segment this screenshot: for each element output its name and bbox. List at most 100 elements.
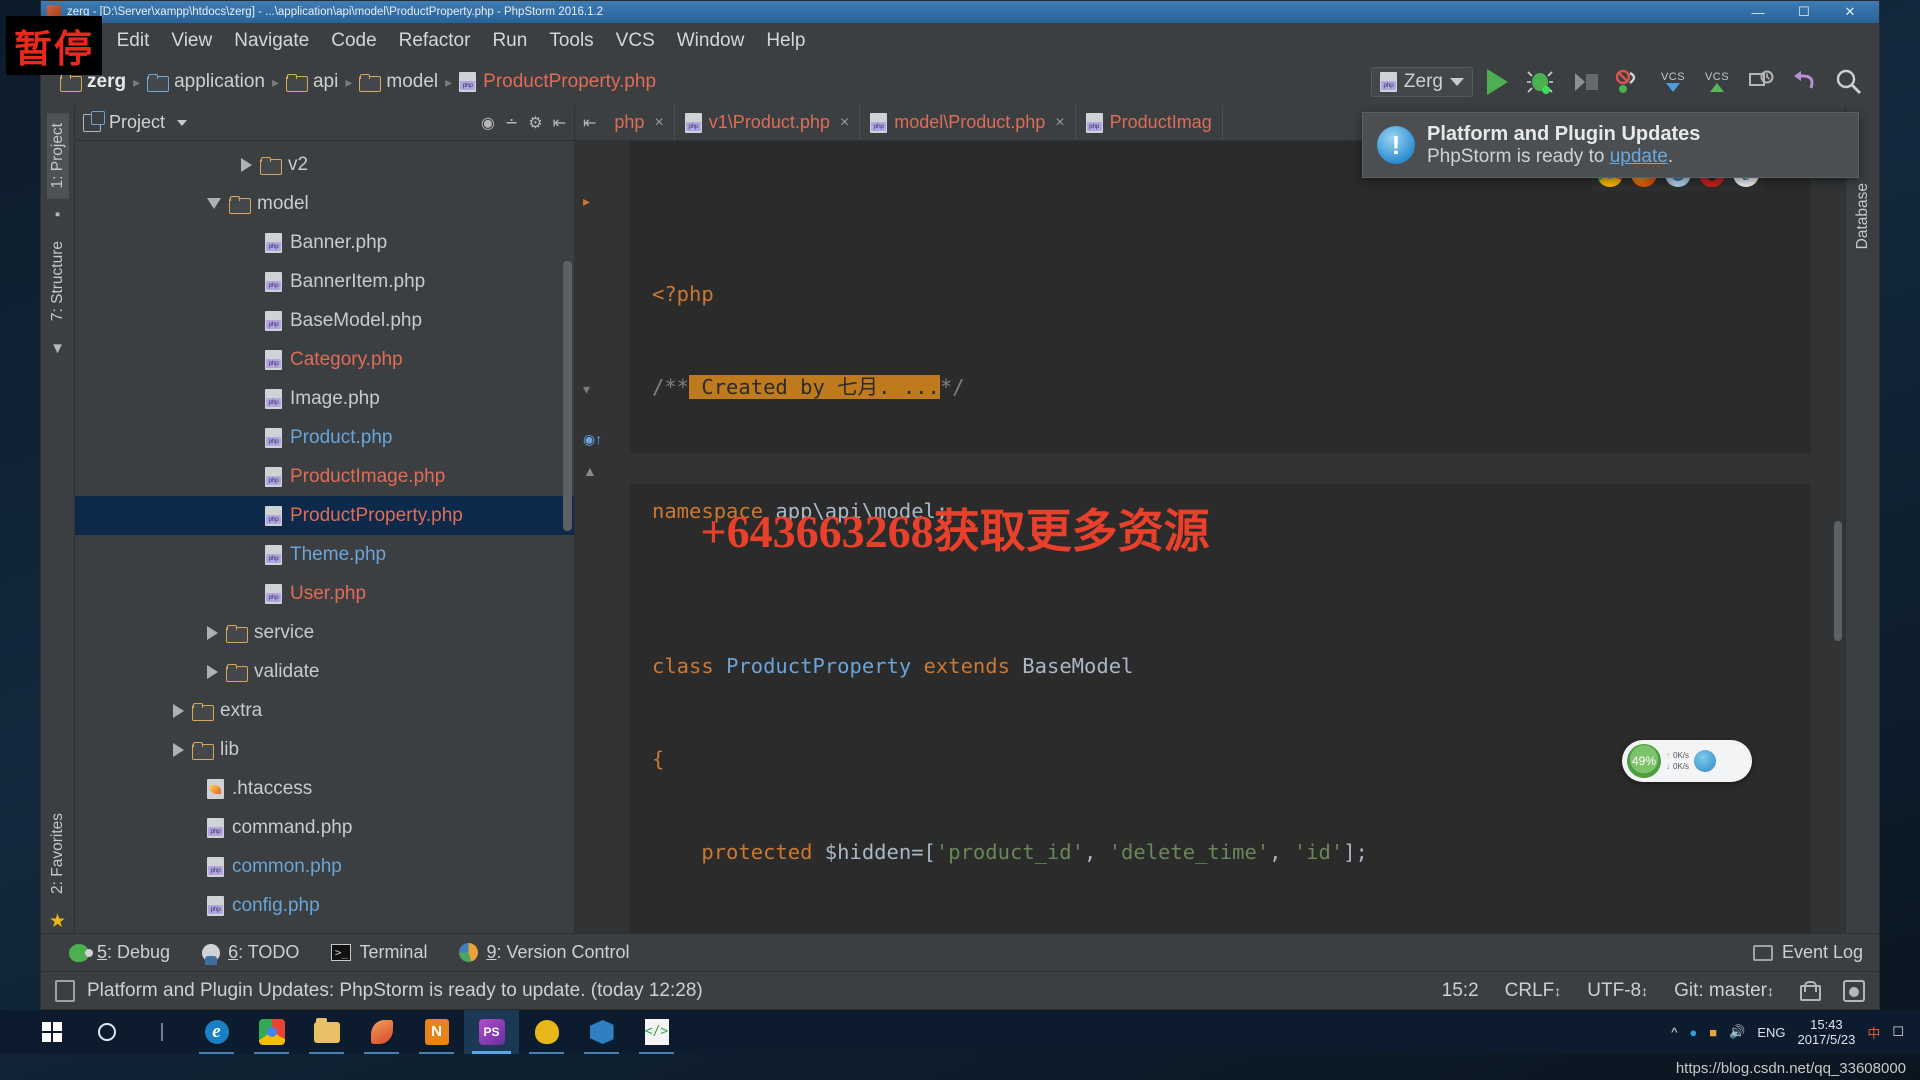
task-view-button[interactable] [134,1010,189,1054]
notification-balloon[interactable]: Platform and Plugin Updates PhpStorm is … [1362,112,1859,178]
tree-item-extra[interactable]: extra [75,691,574,730]
breadcrumb-productproperty-php[interactable]: ProductProperty.php [452,71,663,93]
tree-item-basemodel-php[interactable]: BaseModel.php [75,301,574,340]
project-tree-scrollbar[interactable] [563,261,572,531]
close-tab-icon[interactable]: × [1055,114,1064,132]
hide-icon[interactable]: ⇤ [553,113,566,133]
tree-item-lib[interactable]: lib [75,730,574,769]
line-separator-indicator[interactable]: CRLF↕ [1505,980,1562,1002]
editor-tab-3[interactable]: ProductImag [1076,105,1223,140]
tabs-scroll-left-icon[interactable]: ⇤ [575,105,604,140]
editor-scrollbar[interactable] [1834,521,1842,641]
menu-run[interactable]: Run [481,27,538,55]
taskbar-explorer[interactable] [299,1010,354,1054]
editor-gutter[interactable]: ▸ ▾ ◉↑ ▲ [575,141,630,933]
menu-refactor[interactable]: Refactor [388,27,482,55]
override-marker-icon[interactable]: ◉↑ [583,431,602,448]
sidebar-tab-database[interactable]: Database [1852,173,1874,259]
tree-item-htaccess[interactable]: .htaccess [75,769,574,808]
sidebar-tab-favorites[interactable]: 2: Favorites [47,803,69,904]
editor-tab-1[interactable]: v1\Product.php × [675,105,861,140]
tree-item-common-php[interactable]: common.php [75,847,574,886]
caret-position[interactable]: 15:2 [1442,980,1479,1002]
vcs-history-button[interactable] [1741,64,1781,100]
tree-item-product-php[interactable]: Product.php [75,418,574,457]
tool-button-event-log[interactable]: Event Log [1752,942,1879,963]
minimize-button[interactable]: — [1735,1,1781,23]
taskbar-leaf-app[interactable] [354,1010,409,1054]
revert-button[interactable] [1785,64,1825,100]
tray-network-icon[interactable]: ■ [1709,1025,1717,1040]
debug-button[interactable] [1521,64,1561,100]
vcs-update-button[interactable]: VCS [1653,64,1693,100]
tool-button-terminal[interactable]: >_ Terminal [315,942,443,963]
tree-item-category-php[interactable]: Category.php [75,340,574,379]
tray-volume-icon[interactable]: 🔊 [1729,1024,1745,1040]
tray-ime-icon[interactable]: 中 [1867,1023,1880,1042]
vcs-commit-button[interactable]: VCS [1697,64,1737,100]
run-configuration-selector[interactable]: Zerg [1370,67,1473,97]
search-everywhere-button[interactable] [1829,64,1869,100]
tool-button-version-control[interactable]: 9: Version Control [443,942,645,963]
tray-language-indicator[interactable]: ENG [1757,1025,1785,1040]
status-message-area[interactable]: Platform and Plugin Updates: PhpStorm is… [55,979,703,1002]
breadcrumb-api[interactable]: api [279,71,345,93]
run-with-coverage-button[interactable] [1565,64,1605,100]
menu-edit[interactable]: Edit [106,27,161,55]
tree-item-config-php[interactable]: config.php [75,886,574,925]
taskbar-chrome[interactable] [244,1010,299,1054]
tree-item-productproperty-php[interactable]: ProductProperty.php [75,496,574,535]
menu-tools[interactable]: Tools [538,27,604,55]
taskbar-edge[interactable]: e [189,1010,244,1054]
globe-icon[interactable] [1694,750,1717,772]
start-button[interactable] [24,1010,79,1054]
run-button[interactable] [1477,64,1517,100]
tray-notification-icon[interactable]: ☐ [1892,1024,1904,1040]
taskbar-navicat[interactable]: N [409,1010,464,1054]
taskbar-visual-studio[interactable] [574,1010,629,1054]
git-branch-indicator[interactable]: Git: master↕ [1674,980,1774,1002]
locate-icon[interactable]: ◉ [481,113,495,133]
tree-item-image-php[interactable]: Image.php [75,379,574,418]
chevron-down-icon[interactable] [177,119,188,126]
tool-button-debug[interactable]: 5: Debug [53,942,186,963]
collapse-all-icon[interactable]: ∸ [505,113,518,133]
cortana-button[interactable] [79,1010,134,1054]
expand-arrow-icon[interactable] [173,742,184,757]
close-tab-icon[interactable]: × [654,114,663,132]
tray-expand-icon[interactable]: ^ [1671,1025,1677,1040]
project-tree[interactable]: v2 model Banner.php BannerItem.php [75,141,574,933]
expand-arrow-icon[interactable] [241,157,252,172]
expand-arrow-icon[interactable] [207,664,218,679]
close-button[interactable]: ✕ [1827,1,1873,23]
editor-tab-2[interactable]: model\Product.php × [860,105,1076,140]
stop-button[interactable] [1609,64,1649,100]
settings-gear-icon[interactable]: ⚙ [528,113,542,133]
tree-item-productimage-php[interactable]: ProductImage.php [75,457,574,496]
inspector-icon[interactable] [1843,979,1865,1002]
tray-clock[interactable]: 15:43 2017/5/23 [1797,1017,1855,1047]
sidebar-tab-project[interactable]: 1: Project [46,113,69,199]
lock-icon[interactable] [1800,980,1821,1001]
menu-vcs[interactable]: VCS [605,27,666,55]
expand-arrow-icon[interactable] [173,703,184,718]
close-tab-icon[interactable]: × [840,114,849,132]
fold-end-icon[interactable]: ▲ [583,463,597,479]
tree-item-v2[interactable]: v2 [75,145,574,184]
notification-update-link[interactable]: update [1610,146,1668,167]
menu-help[interactable]: Help [755,27,816,55]
tool-button-todo[interactable]: 6: TODO [186,942,315,965]
expand-arrow-icon[interactable] [207,625,218,640]
taskbar-code-editor[interactable]: </> [629,1010,684,1054]
menu-view[interactable]: View [160,27,223,55]
tree-item-user-php[interactable]: User.php [75,574,574,613]
notification-book-icon[interactable] [55,979,75,1002]
tree-item-service[interactable]: service [75,613,574,652]
performance-widget[interactable]: 49% ↑ 0K/s ↓ 0K/s [1622,740,1752,782]
taskbar-bee-app[interactable] [519,1010,574,1054]
menu-window[interactable]: Window [666,27,756,55]
class-fold-icon[interactable]: ▾ [583,381,590,398]
collapse-arrow-icon[interactable] [207,198,221,209]
tree-item-validate[interactable]: validate [75,652,574,691]
editor-tab-0[interactable]: php × [604,105,675,140]
